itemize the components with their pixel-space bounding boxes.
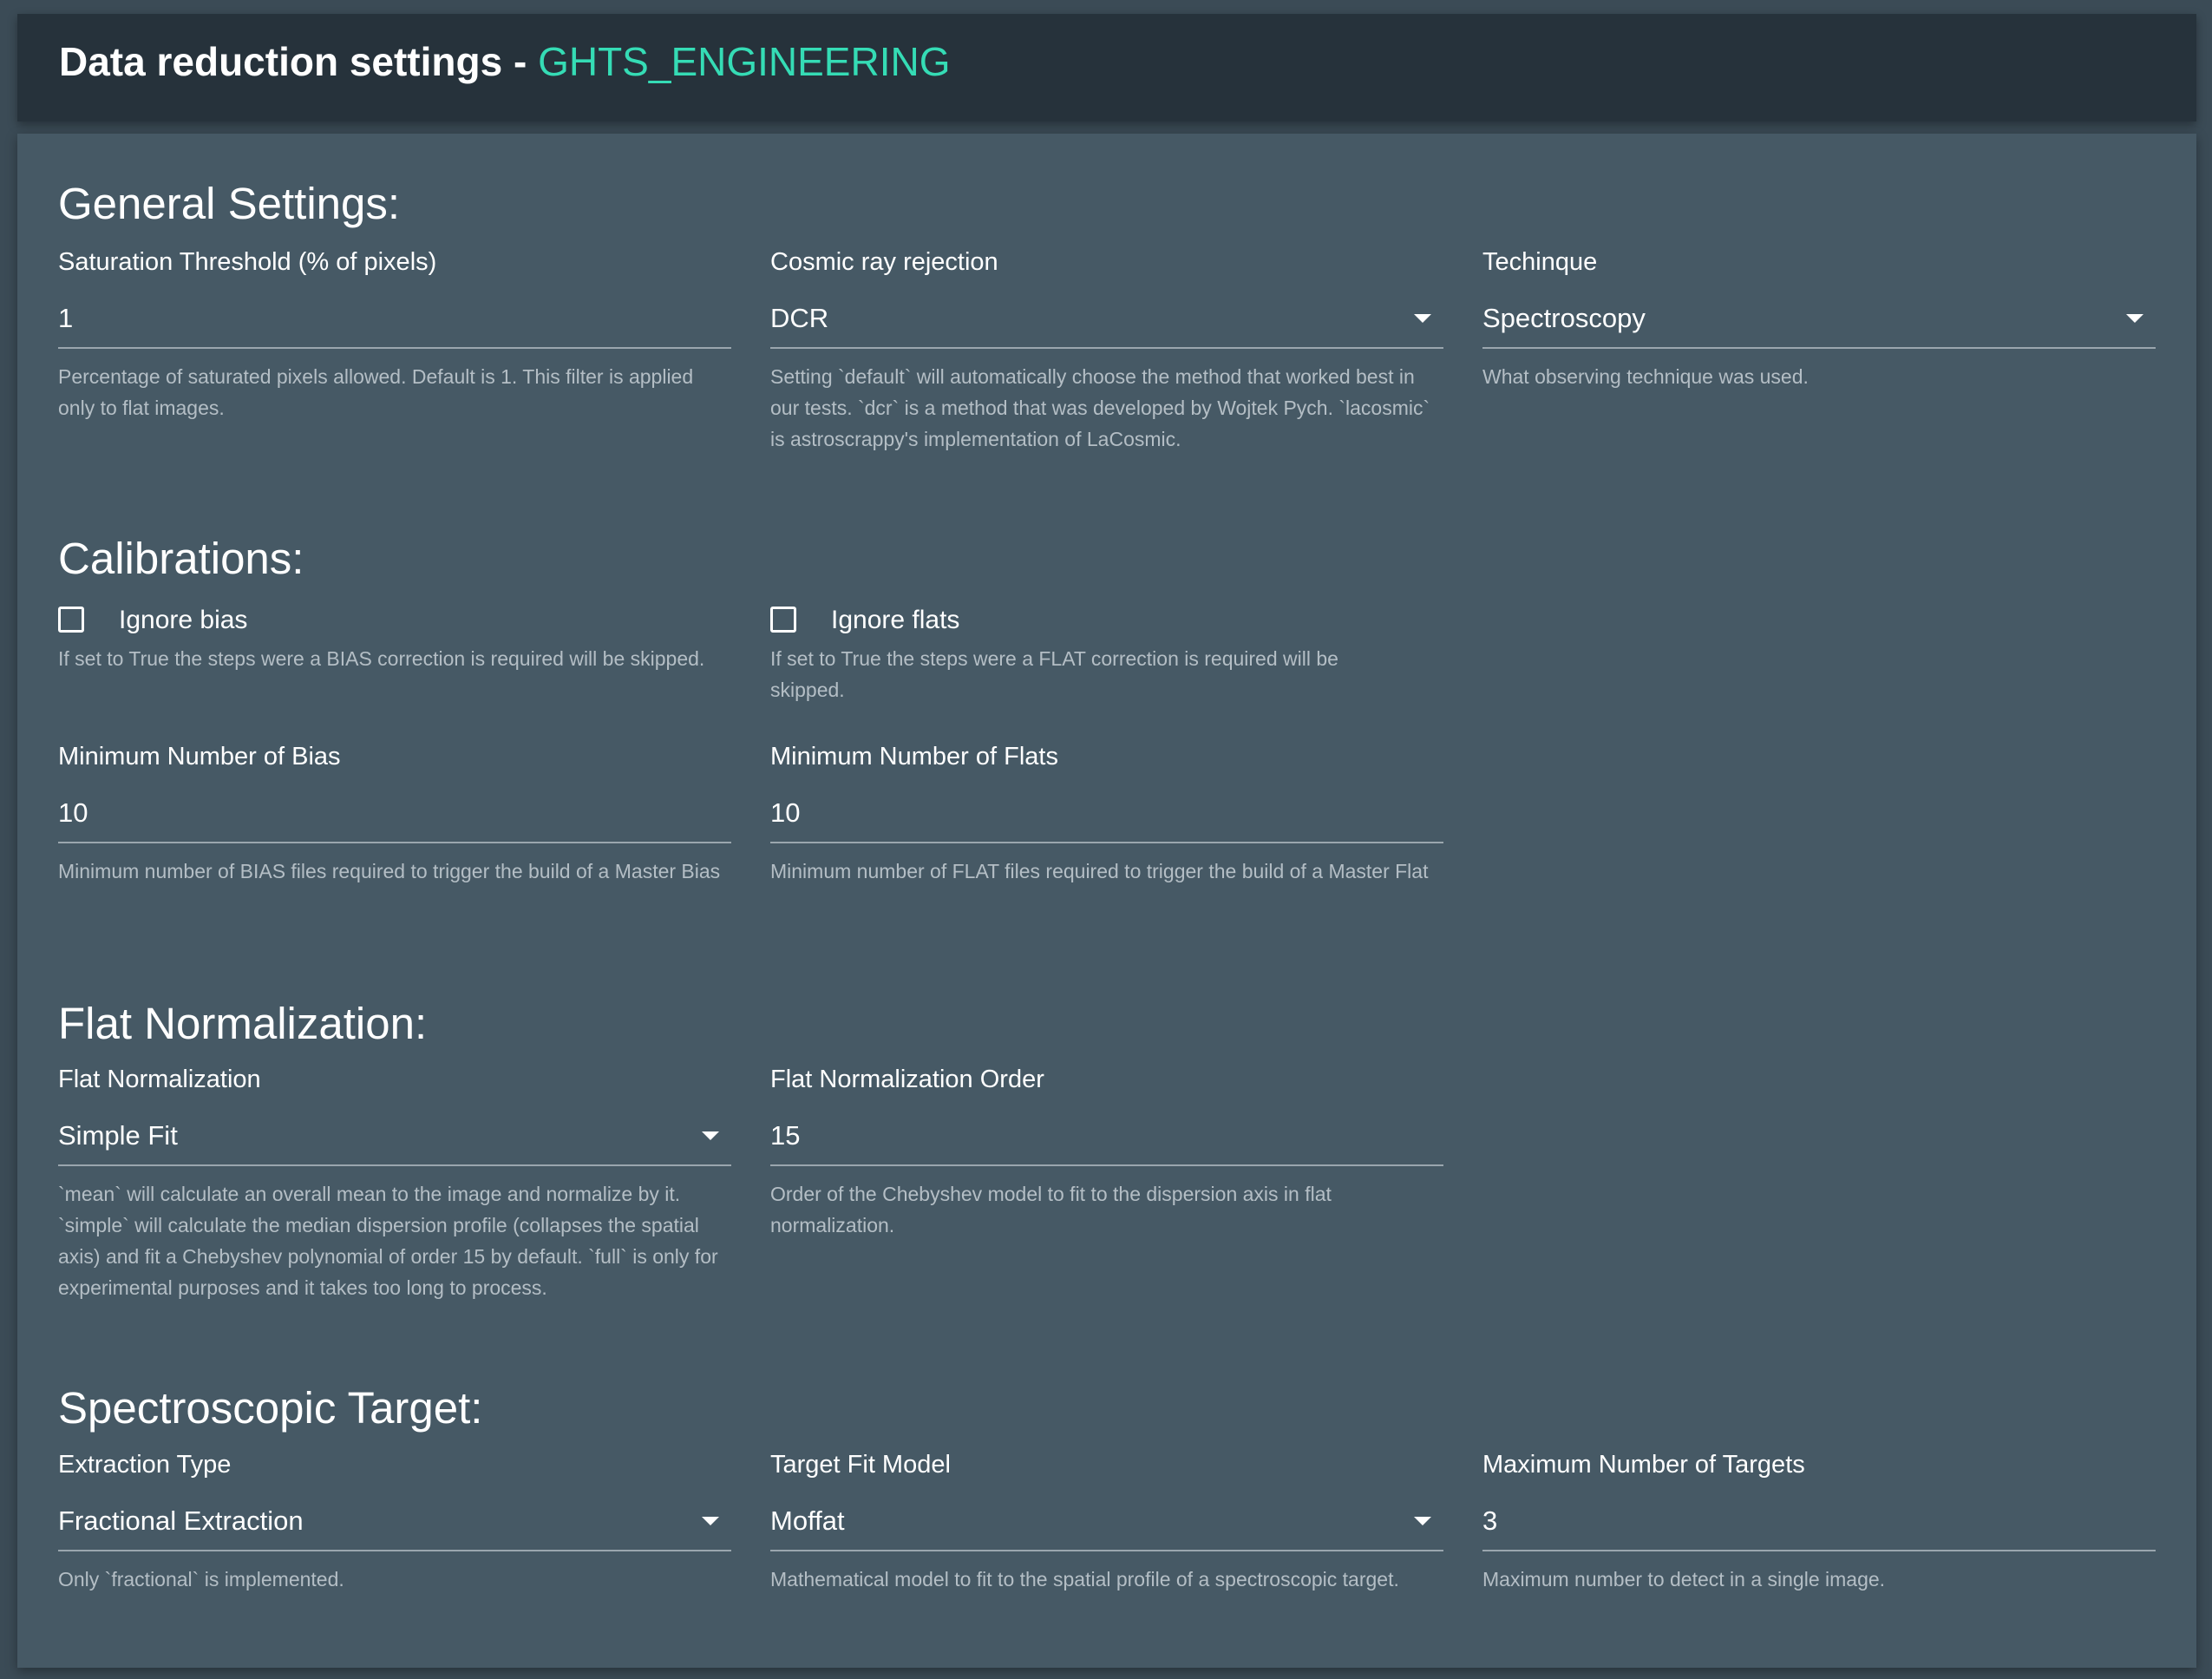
ignore-flats-label[interactable]: Ignore flats	[831, 605, 959, 636]
saturation-threshold-label: Saturation Threshold (% of pixels)	[58, 248, 437, 276]
flat-normalization-value: Simple Fit	[58, 1120, 178, 1151]
chevron-down-icon[interactable]	[702, 1517, 719, 1525]
chevron-down-icon[interactable]	[1414, 314, 1431, 323]
technique-label: Techinque	[1482, 248, 1598, 276]
flat-normalization-order-field: Flat Normalization Order 15 Order of the…	[770, 1067, 1443, 1241]
cosmic-ray-rejection-value: DCR	[770, 303, 829, 333]
max-targets-field: Maximum Number of Targets 3 Maximum numb…	[1482, 1453, 2156, 1595]
cosmic-ray-rejection-select[interactable]: DCR	[770, 295, 1443, 349]
min-bias-input[interactable]: 10	[58, 790, 731, 843]
technique-select[interactable]: Spectroscopy	[1482, 295, 2156, 349]
technique-field: Techinque Spectroscopy What observing te…	[1482, 250, 2156, 392]
ignore-bias-help: If set to True the steps were a BIAS cor…	[58, 647, 705, 670]
environment-name: GHTS_ENGINEERING	[538, 39, 951, 84]
flat-normalization-order-input[interactable]: 15	[770, 1112, 1443, 1166]
saturation-threshold-input[interactable]: 1	[58, 295, 731, 349]
saturation-threshold-value: 1	[58, 303, 74, 333]
technique-help: What observing technique was used.	[1482, 365, 1809, 388]
target-fit-model-help: Mathematical model to fit to the spatial…	[770, 1568, 1399, 1590]
min-bias-field: Minimum Number of Bias 10 Minimum number…	[58, 744, 731, 887]
flat-normalization-field: Flat Normalization Simple Fit `mean` wil…	[58, 1067, 731, 1303]
cosmic-ray-rejection-field: Cosmic ray rejection DCR Setting `defaul…	[770, 250, 1443, 455]
max-targets-value: 3	[1482, 1505, 1498, 1536]
cosmic-ray-rejection-help: Setting `default` will automatically cho…	[770, 365, 1430, 450]
ignore-bias-label[interactable]: Ignore bias	[119, 605, 247, 636]
extraction-type-help: Only `fractional` is implemented.	[58, 1568, 344, 1590]
target-fit-model-field: Target Fit Model Moffat Mathematical mod…	[770, 1453, 1443, 1595]
target-fit-model-value: Moffat	[770, 1505, 845, 1536]
target-fit-model-label: Target Fit Model	[770, 1451, 951, 1479]
min-flats-help: Minimum number of FLAT files required to…	[770, 860, 1429, 882]
chevron-down-icon[interactable]	[2126, 314, 2143, 323]
section-title-calibrations: Calibrations:	[58, 534, 304, 583]
target-fit-model-select[interactable]: Moffat	[770, 1498, 1443, 1551]
flat-normalization-help: `mean` will calculate an overall mean to…	[58, 1183, 718, 1299]
extraction-type-select[interactable]: Fractional Extraction	[58, 1498, 731, 1551]
ignore-flats-checkbox[interactable]	[770, 607, 796, 633]
page-title-text: Data reduction settings -	[59, 39, 539, 84]
page-header: Data reduction settings - GHTS_ENGINEERI…	[17, 14, 2196, 121]
min-bias-value: 10	[58, 797, 88, 828]
ignore-flats-help: If set to True the steps were a FLAT cor…	[770, 647, 1338, 701]
flat-normalization-label: Flat Normalization	[58, 1066, 261, 1093]
technique-value: Spectroscopy	[1482, 303, 1646, 333]
section-title-general: General Settings:	[58, 179, 401, 228]
max-targets-input[interactable]: 3	[1482, 1498, 2156, 1551]
min-bias-label: Minimum Number of Bias	[58, 743, 341, 771]
chevron-down-icon[interactable]	[1414, 1517, 1431, 1525]
extraction-type-value: Fractional Extraction	[58, 1505, 304, 1536]
min-flats-field: Minimum Number of Flats 10 Minimum numbe…	[770, 744, 1443, 887]
section-title-flat-normalization: Flat Normalization:	[58, 999, 428, 1048]
page-title: Data reduction settings - GHTS_ENGINEERI…	[59, 38, 951, 85]
min-flats-label: Minimum Number of Flats	[770, 743, 1058, 771]
settings-panel: General Settings: Saturation Threshold (…	[17, 134, 2196, 1668]
extraction-type-field: Extraction Type Fractional Extraction On…	[58, 1453, 731, 1595]
min-flats-input[interactable]: 10	[770, 790, 1443, 843]
flat-normalization-order-help: Order of the Chebyshev model to fit to t…	[770, 1183, 1332, 1236]
max-targets-label: Maximum Number of Targets	[1482, 1451, 1805, 1479]
ignore-bias-checkbox[interactable]	[58, 607, 84, 633]
min-bias-help: Minimum number of BIAS files required to…	[58, 860, 721, 882]
extraction-type-label: Extraction Type	[58, 1451, 232, 1479]
saturation-threshold-field: Saturation Threshold (% of pixels) 1 Per…	[58, 250, 731, 423]
flat-normalization-select[interactable]: Simple Fit	[58, 1112, 731, 1166]
flat-normalization-order-label: Flat Normalization Order	[770, 1066, 1044, 1093]
max-targets-help: Maximum number to detect in a single ima…	[1482, 1568, 1886, 1590]
flat-normalization-order-value: 15	[770, 1120, 801, 1151]
section-title-spectroscopic-target: Spectroscopic Target:	[58, 1383, 483, 1433]
chevron-down-icon[interactable]	[702, 1131, 719, 1140]
saturation-threshold-help: Percentage of saturated pixels allowed. …	[58, 365, 694, 419]
min-flats-value: 10	[770, 797, 801, 828]
cosmic-ray-rejection-label: Cosmic ray rejection	[770, 248, 998, 276]
